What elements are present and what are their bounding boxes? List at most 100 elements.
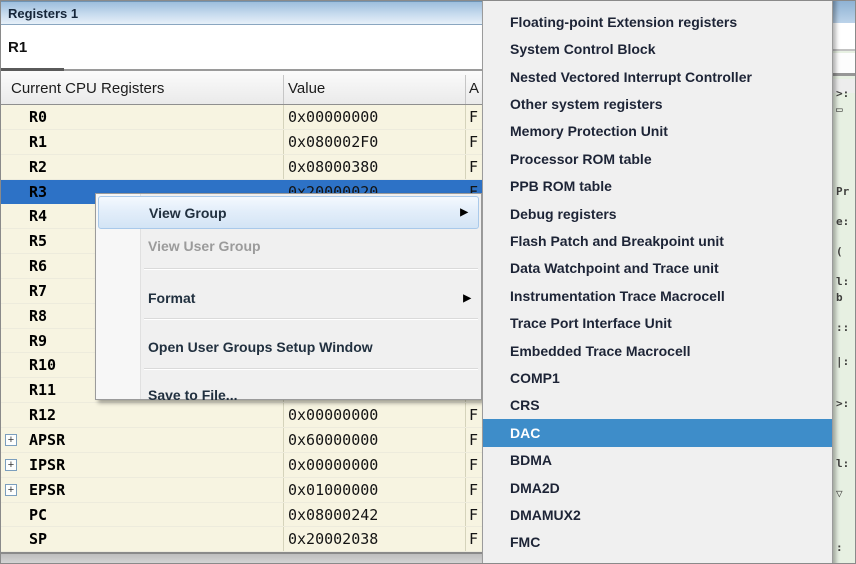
register-name: APSR bbox=[29, 431, 65, 449]
register-name: R1 bbox=[29, 133, 47, 151]
register-filter-input[interactable]: R1 bbox=[1, 26, 483, 69]
submenu-item-data-watchpoint-and-trace-unit[interactable]: Data Watchpoint and Trace unit bbox=[483, 255, 832, 282]
table-row[interactable]: +R00x00000000F bbox=[1, 105, 483, 130]
table-row[interactable]: +EPSR0x01000000F bbox=[1, 478, 483, 503]
expand-plus-icon[interactable]: + bbox=[5, 484, 17, 496]
submenu-item-nested-vectored-interrupt-controller[interactable]: Nested Vectored Interrupt Controller bbox=[483, 63, 832, 90]
submenu-item-label: Instrumentation Trace Macrocell bbox=[510, 288, 725, 304]
table-row[interactable]: + IPSR 0x00000000 F bbox=[1, 453, 483, 478]
background-field-sliver bbox=[831, 23, 856, 51]
submenu-item-memory-protection-unit[interactable]: Memory Protection Unit bbox=[483, 118, 832, 145]
submenu-item-label: System Control Block bbox=[510, 41, 655, 57]
submenu-item-dma2d[interactable]: DMA2D bbox=[483, 474, 832, 501]
submenu-item-label: Other system registers bbox=[510, 96, 663, 112]
register-access: F bbox=[469, 481, 478, 499]
submenu-item-debug-registers[interactable]: Debug registers bbox=[483, 200, 832, 227]
column-divider[interactable] bbox=[283, 75, 284, 104]
pane-title: Registers 1 bbox=[8, 6, 78, 21]
column-header-registers[interactable]: Current CPU Registers bbox=[11, 80, 164, 97]
submenu-item-label: BDMA bbox=[510, 452, 552, 468]
submenu-arrow-icon: ▶ bbox=[460, 207, 468, 218]
register-access: F bbox=[469, 431, 478, 449]
table-row[interactable]: + APSR 0x60000000 F bbox=[1, 428, 483, 453]
background-titlebar-sliver bbox=[831, 1, 856, 23]
menu-item-save-to-file[interactable]: Save to File... bbox=[96, 378, 481, 411]
column-divider[interactable] bbox=[465, 75, 466, 104]
submenu-item-label: FMC bbox=[510, 534, 540, 550]
register-name: SP bbox=[29, 530, 47, 548]
submenu-item-instrumentation-trace-macrocell[interactable]: Instrumentation Trace Macrocell bbox=[483, 282, 832, 309]
register-access: F bbox=[469, 158, 478, 176]
code-fragment: |: bbox=[836, 355, 849, 368]
submenu-item-label: Processor ROM table bbox=[510, 151, 652, 167]
pane-bottom-edge bbox=[1, 554, 483, 564]
menu-separator bbox=[144, 368, 478, 369]
code-fragment: b bbox=[836, 291, 843, 304]
menu-item-open-user-groups-setup-window[interactable]: Open User Groups Setup Window bbox=[96, 328, 481, 366]
code-fragment: ( bbox=[836, 245, 843, 258]
register-access: F bbox=[469, 456, 478, 474]
background-field-sliver bbox=[831, 53, 856, 76]
menu-item-label: Open User Groups Setup Window bbox=[148, 339, 373, 355]
submenu-item-label: DMAMUX2 bbox=[510, 507, 581, 523]
register-value: 0x08000242 bbox=[288, 506, 378, 524]
code-fragment: l: bbox=[836, 457, 849, 470]
submenu-item-label: Floating-point Extension registers bbox=[510, 14, 737, 30]
submenu-arrow-icon: ▶ bbox=[463, 293, 471, 304]
register-name: R2 bbox=[29, 158, 47, 176]
submenu-item-label: Nested Vectored Interrupt Controller bbox=[510, 69, 752, 85]
submenu-item-system-control-block[interactable]: System Control Block bbox=[483, 35, 832, 62]
table-header: Current CPU Registers Value A bbox=[1, 71, 483, 105]
table-row[interactable]: +R20x08000380F bbox=[1, 155, 483, 180]
register-name: R4 bbox=[29, 207, 47, 225]
submenu-item-label: Embedded Trace Macrocell bbox=[510, 343, 691, 359]
register-name: IPSR bbox=[29, 456, 65, 474]
submenu-item-embedded-trace-macrocell[interactable]: Embedded Trace Macrocell bbox=[483, 337, 832, 364]
background-editor-strip: >:▭Pre:(l:b::|:>:l:▽: bbox=[831, 1, 856, 564]
menu-separator bbox=[144, 318, 478, 319]
menu-item-view-group[interactable]: View Group ▶ bbox=[98, 196, 479, 229]
table-row[interactable]: +R10x080002F0F bbox=[1, 130, 483, 155]
submenu-item-label: COMP1 bbox=[510, 370, 560, 386]
submenu-item-dac[interactable]: DAC bbox=[483, 419, 832, 446]
submenu-item-bdma[interactable]: BDMA bbox=[483, 447, 832, 474]
register-access: F bbox=[469, 530, 478, 548]
menu-item-format[interactable]: Format▶ bbox=[96, 282, 481, 314]
register-name: R6 bbox=[29, 257, 47, 275]
register-value: 0x60000000 bbox=[288, 431, 378, 449]
register-value: 0x08000380 bbox=[288, 158, 378, 176]
view-group-submenu: Floating-point Extension registers System… bbox=[482, 0, 833, 564]
pane-titlebar[interactable]: Registers 1 bbox=[1, 1, 483, 25]
register-value: 0x080002F0 bbox=[288, 133, 378, 151]
submenu-item-other-system-registers[interactable]: Other system registers bbox=[483, 90, 832, 117]
table-row[interactable]: +SP0x20002038F bbox=[1, 527, 483, 552]
submenu-item-processor-rom-table[interactable]: Processor ROM table bbox=[483, 145, 832, 172]
register-name: R0 bbox=[29, 108, 47, 126]
submenu-item-label: Data Watchpoint and Trace unit bbox=[510, 260, 719, 276]
register-access: F bbox=[469, 108, 478, 126]
submenu-item-comp1[interactable]: COMP1 bbox=[483, 364, 832, 391]
submenu-item-dmamux2[interactable]: DMAMUX2 bbox=[483, 501, 832, 528]
register-name: R10 bbox=[29, 356, 56, 374]
code-fragment: ▽ bbox=[836, 487, 843, 500]
column-header-access[interactable]: A bbox=[469, 80, 479, 97]
menu-item-label: View Group bbox=[149, 205, 227, 221]
submenu-item-crs[interactable]: CRS bbox=[483, 392, 832, 419]
register-name: R11 bbox=[29, 381, 56, 399]
register-value: 0x01000000 bbox=[288, 481, 378, 499]
screenshot-root: Registers 1 R1 Current CPU Registers Val… bbox=[0, 0, 856, 564]
submenu-item-trace-port-interface-unit[interactable]: Trace Port Interface Unit bbox=[483, 309, 832, 336]
submenu-item-fmc[interactable]: FMC bbox=[483, 529, 832, 556]
register-name: R12 bbox=[29, 406, 56, 424]
expand-plus-icon[interactable]: + bbox=[5, 434, 17, 446]
register-name: R3 bbox=[29, 183, 47, 201]
submenu-item-flash-patch-and-breakpoint-unit[interactable]: Flash Patch and Breakpoint unit bbox=[483, 227, 832, 254]
code-fragment: ▭ bbox=[836, 103, 843, 116]
expand-plus-icon[interactable]: + bbox=[5, 459, 17, 471]
column-header-value[interactable]: Value bbox=[288, 80, 325, 97]
register-value: 0x00000000 bbox=[288, 456, 378, 474]
submenu-item-ppb-rom-table[interactable]: PPB ROM table bbox=[483, 172, 832, 199]
code-fragment: :: bbox=[836, 321, 849, 334]
table-row[interactable]: +PC0x08000242F bbox=[1, 503, 483, 528]
submenu-item-floating-point-extension-registers[interactable]: Floating-point Extension registers bbox=[483, 8, 832, 35]
